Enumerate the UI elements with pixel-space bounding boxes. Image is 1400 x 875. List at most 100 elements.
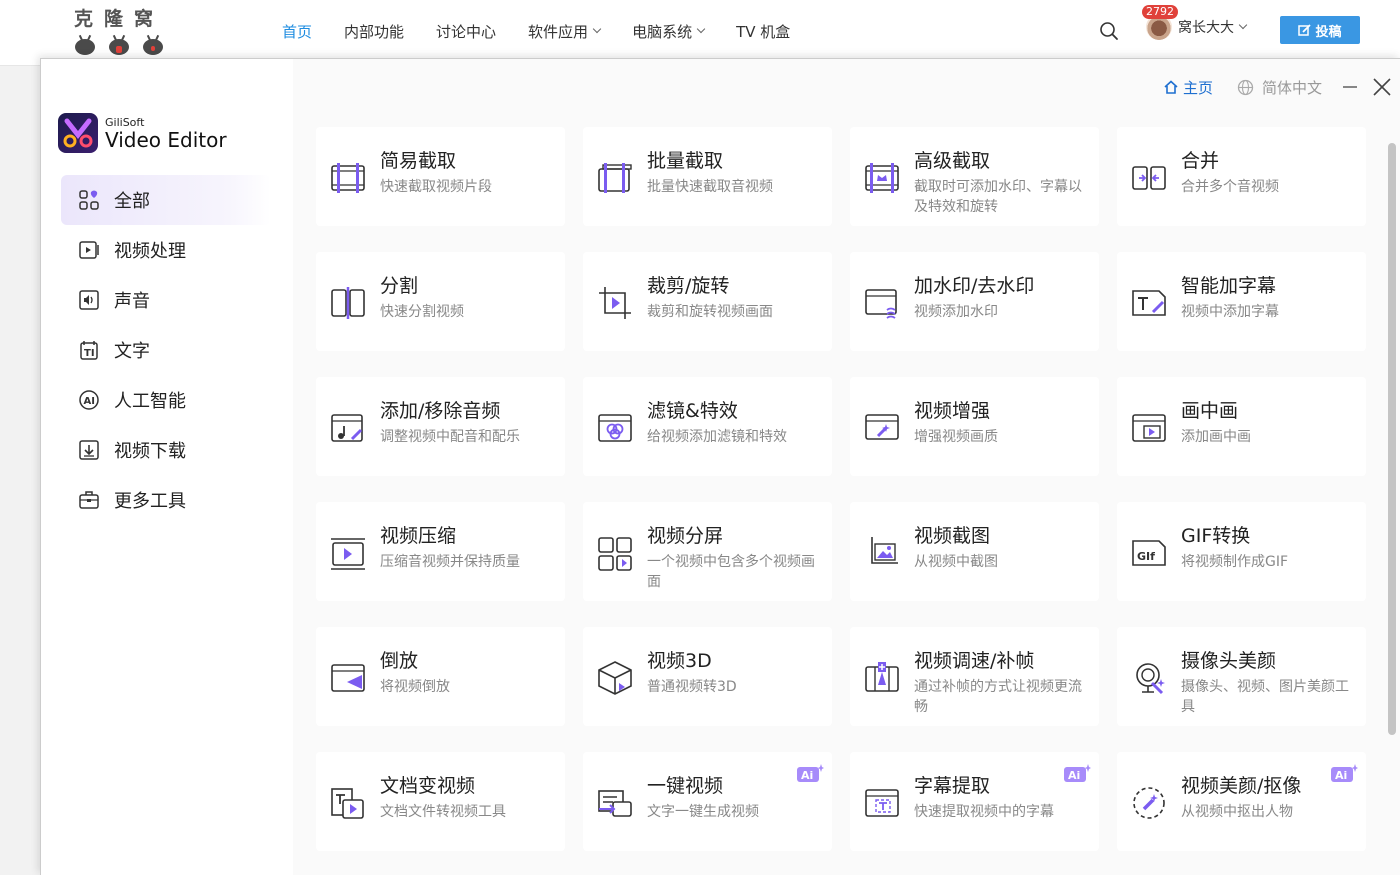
nav-item[interactable]: TV 机盒	[736, 21, 790, 42]
sidebar-item[interactable]: AI 人工智能	[61, 375, 271, 425]
brand-name: Video Editor	[105, 127, 227, 152]
app-window: GiliSoft Video Editor 全部视频处理声音 TI 文字 AI 人工智能…	[40, 58, 1400, 875]
sidebar-item-label: 声音	[114, 291, 150, 312]
tool-card[interactable]: 裁剪/旋转裁剪和旋转视频画面	[583, 252, 832, 351]
tool-card[interactable]: 倒放 将视频倒放	[316, 627, 565, 726]
tool-description: 快速截取视频片段	[380, 179, 492, 195]
tool-card[interactable]: 文档变视频 文档文件转视频工具	[316, 752, 565, 851]
split-icon	[329, 284, 367, 322]
tool-title: 合并	[1181, 150, 1220, 172]
nav-item[interactable]: 软件应用	[528, 21, 602, 42]
tool-card[interactable]: 加水印/去水印 视频添加水印	[850, 252, 1099, 351]
tool-card[interactable]: 视频压缩 压缩音视频并保持质量	[316, 502, 565, 601]
bug-mascot-icon	[74, 34, 96, 55]
brand-small: GiliSoft	[105, 115, 145, 129]
tool-card[interactable]: 简易截取 快速截取视频片段	[316, 127, 565, 226]
nav-item[interactable]: 内部功能	[344, 21, 404, 42]
window-controls: 主页 简体中文	[1163, 73, 1400, 101]
tool-card[interactable]: 高级截取 截取时可添加水印、字幕以及特效和旋转	[850, 127, 1099, 226]
nav-item[interactable]: 首页	[282, 21, 312, 42]
category-list: 全部视频处理声音 TI 文字 AI 人工智能 视频下载更多工具	[61, 175, 271, 525]
post-button[interactable]: 投稿	[1280, 16, 1360, 44]
user-name[interactable]: 窝长大大	[1178, 17, 1234, 37]
tool-description: 裁剪和旋转视频画面	[647, 304, 773, 320]
tool-title: 视频3D	[647, 650, 712, 672]
tool-card[interactable]: 画中画 添加画中画	[1117, 377, 1366, 476]
sidebar-item[interactable]: 视频处理	[61, 225, 271, 275]
tool-title: 裁剪/旋转	[647, 275, 730, 297]
cube-3d-icon	[596, 659, 634, 697]
minimize-button[interactable]	[1336, 73, 1364, 101]
tool-title: 视频增强	[914, 400, 991, 422]
chevron-down-icon	[1238, 20, 1248, 30]
tool-card[interactable]: 摄像头美颜 摄像头、视频、图片美颜工具	[1117, 627, 1366, 726]
tool-card[interactable]: 视频增强增强视频画质	[850, 377, 1099, 476]
site-logo[interactable]: 克隆窝	[74, 4, 174, 60]
home-link[interactable]: 主页	[1163, 77, 1213, 98]
tool-title: 滤镜&特效	[647, 400, 738, 422]
search-icon[interactable]	[1099, 21, 1119, 41]
sidebar-item-label: 人工智能	[114, 391, 186, 412]
grid-icon	[78, 189, 100, 211]
sidebar-item[interactable]: TI 文字	[61, 325, 271, 375]
tool-card[interactable]: 添加/移除音频 调整视频中配音和配乐	[316, 377, 565, 476]
sidebar-item[interactable]: 更多工具	[61, 475, 271, 525]
tool-card[interactable]: 视频美颜/抠像 从视频中抠出人物 Ai	[1117, 752, 1366, 851]
filter-icon	[596, 409, 634, 447]
tool-title: 高级截取	[914, 150, 991, 172]
tool-card[interactable]: 批量截取 批量快速截取音视频	[583, 127, 832, 226]
tool-title: 摄像头美颜	[1181, 650, 1277, 672]
tool-card[interactable]: 字幕提取 快速提取视频中的字幕 Ai	[850, 752, 1099, 851]
pip-icon	[1130, 409, 1168, 447]
tool-card[interactable]: GIf GIF转换 将视频制作成GIF	[1117, 502, 1366, 601]
chevron-down-icon	[696, 24, 706, 34]
sidebar-item-label: 更多工具	[114, 491, 186, 512]
close-button[interactable]	[1368, 73, 1396, 101]
audio-icon	[329, 409, 367, 447]
simple-trim-icon	[329, 159, 367, 197]
tool-card[interactable]: 视频分屏 一个视频中包含多个视频画面	[583, 502, 832, 601]
subtitle-extract-icon	[863, 784, 901, 822]
tool-description: 合并多个音视频	[1181, 179, 1279, 195]
nav-item[interactable]: 电脑系统	[632, 21, 706, 42]
video-play-icon	[78, 239, 100, 261]
speed-icon	[863, 659, 901, 697]
sidebar-item[interactable]: 全部	[61, 175, 271, 225]
avatar[interactable]: 2792	[1142, 5, 1178, 40]
tool-description: 增强视频画质	[914, 429, 998, 445]
tool-title: 画中画	[1181, 400, 1239, 422]
sidebar-item-label: 全部	[114, 191, 150, 212]
tool-card[interactable]: 视频调速/补帧 通过补帧的方式让视频更流畅	[850, 627, 1099, 726]
speaker-icon	[78, 289, 100, 311]
tool-card[interactable]: 分割 快速分割视频	[316, 252, 565, 351]
brand: GiliSoft Video Editor	[58, 113, 227, 153]
tool-card[interactable]: 一键视频 文字一键生成视频 Ai	[583, 752, 832, 851]
language-label: 简体中文	[1261, 78, 1322, 97]
nav-item[interactable]: 讨论中心	[436, 21, 496, 42]
tool-description: 调整视频中配音和配乐	[380, 429, 520, 445]
chevron-down-icon	[592, 24, 602, 34]
tool-card[interactable]: 视频截图从视频中截图	[850, 502, 1099, 601]
sidebar-item[interactable]: 视频下载	[61, 425, 271, 475]
ai-badge-text: Ai	[1068, 769, 1080, 782]
tool-card[interactable]: 视频3D 普通视频转3D	[583, 627, 832, 726]
tool-description: 从视频中截图	[914, 554, 998, 570]
crop-rotate-icon	[596, 284, 634, 322]
scrollbar[interactable]	[1388, 143, 1396, 735]
tool-title: 视频截图	[914, 525, 991, 547]
split-screen-icon	[596, 534, 634, 572]
close-icon	[1373, 78, 1391, 96]
tool-card[interactable]: 智能加字幕 视频中添加字幕	[1117, 252, 1366, 351]
doc-to-video-icon	[329, 784, 367, 822]
language-select[interactable]: 简体中文	[1237, 77, 1322, 98]
watermark-icon	[863, 284, 901, 322]
user-menu[interactable]: 2792 窝长大大	[1142, 5, 1248, 40]
tool-card[interactable]: 滤镜&特效 给视频添加滤镜和特效	[583, 377, 832, 476]
tool-description: 从视频中抠出人物	[1181, 804, 1293, 820]
toolbox-icon	[78, 489, 100, 511]
gilisoft-logo-icon	[58, 113, 98, 153]
notification-badge[interactable]: 2792	[1142, 5, 1178, 19]
tool-title: 分割	[380, 275, 419, 297]
tool-card[interactable]: 合并 合并多个音视频	[1117, 127, 1366, 226]
sidebar-item[interactable]: 声音	[61, 275, 271, 325]
